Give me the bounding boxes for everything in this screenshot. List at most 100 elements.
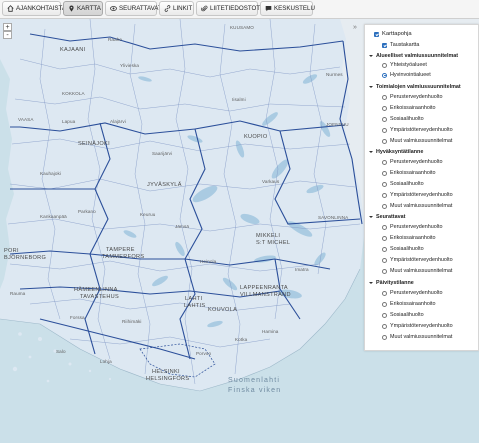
map-label: BJÖRNEBORG — [4, 255, 47, 261]
radio-option[interactable]: Erikoissairaanhoito — [382, 105, 436, 111]
group-header-seurattavat[interactable]: Seurattavat — [369, 214, 405, 220]
radio-button[interactable] — [382, 301, 387, 307]
map-label: TAMMERFORS — [102, 254, 145, 260]
radio-label: Ympäristöterveydenhuolto — [390, 127, 453, 133]
map-label: Alajärvi — [110, 119, 126, 124]
radio-option[interactable]: Ympäristöterveydenhuolto — [382, 192, 453, 198]
radio-button[interactable] — [382, 290, 387, 296]
radio-option[interactable]: Erikoissairaanhoito — [382, 170, 436, 176]
radio-option[interactable]: Erikoissairaanhoito — [382, 301, 436, 307]
radio-button[interactable] — [382, 170, 387, 176]
group-header-toimialojen[interactable]: Toimialojen valmiussuunnitelmat — [369, 84, 461, 90]
map-label: SEINÄJOKI — [78, 141, 110, 147]
radio-button[interactable] — [382, 224, 387, 230]
map-label: MIKKELI — [256, 233, 281, 239]
radio-button[interactable] — [382, 138, 387, 144]
tab-liitetiedostot[interactable]: LIITETIEDOSTOT — [196, 1, 260, 16]
group-header-hyvaksyntatilanne[interactable]: Hyväksyntätilanne — [369, 149, 423, 155]
map-label: VILLMANSTRAND — [240, 292, 291, 298]
radio-label: Perusterveydenhuolto — [390, 94, 443, 100]
map-label: JOENSUU — [326, 122, 349, 127]
radio-label: Perusterveydenhuolto — [390, 224, 443, 230]
map-label: Kotka — [235, 337, 248, 342]
checkbox[interactable] — [374, 31, 379, 37]
layer-panel: Karttapohja Taustakartta Alueelliset val… — [364, 24, 479, 351]
map-label: Riihimäki — [122, 319, 142, 324]
radio-label: Erikoissairaanhoito — [390, 170, 436, 176]
radio-option[interactable]: Erikoissairaanhoito — [382, 235, 436, 241]
map-label: PORI — [4, 248, 19, 254]
group-title: Alueelliset valmiussuunnitelmat — [376, 53, 459, 59]
radio-button[interactable] — [382, 246, 387, 252]
tab-bar: AJANKOHTAISTA KARTTA SEURATTAVAT LINKIT … — [0, 0, 479, 19]
chevron-down-icon — [369, 282, 373, 284]
radio-option[interactable]: Muut valmiussuunnitelmat — [382, 138, 452, 144]
radio-button[interactable] — [382, 62, 387, 68]
tab-label: KARTTA — [77, 5, 101, 12]
tab-keskustelu[interactable]: KESKUSTELU — [260, 1, 315, 16]
chevron-down-icon — [369, 151, 373, 153]
tab-linkit[interactable]: LINKIT — [159, 1, 194, 16]
karttapohja-toggle[interactable]: Karttapohja — [374, 31, 412, 37]
radio-option[interactable]: Perusterveydenhuolto — [382, 94, 442, 100]
zoom-out-button[interactable]: - — [3, 31, 12, 39]
panel-toggle-icon[interactable]: » — [353, 24, 360, 31]
tab-label: LINKIT — [173, 5, 193, 12]
radio-option[interactable]: Ympäristöterveydenhuolto — [382, 127, 453, 133]
radio-button[interactable] — [382, 257, 387, 263]
checkbox[interactable] — [382, 42, 387, 48]
radio-button[interactable] — [382, 94, 387, 100]
map-label: Iisalmi — [232, 97, 246, 102]
eye-icon — [110, 6, 117, 11]
map-label: Heinola — [200, 259, 217, 264]
map-label: Lohja — [100, 359, 112, 364]
radio-button[interactable] — [382, 268, 387, 274]
tab-seurattavat[interactable]: SEURATTAVAT — [105, 1, 162, 16]
radio-option[interactable]: Perusterveydenhuolto — [382, 224, 442, 230]
radio-button[interactable] — [382, 235, 387, 241]
radio-option[interactable]: Muut valmiussuunnitelmat — [382, 203, 452, 209]
radio-button[interactable] — [382, 192, 387, 198]
group-title: Päivitystilanne — [376, 280, 414, 286]
radio-button[interactable] — [382, 203, 387, 209]
map-label: Finska viken — [228, 387, 282, 394]
radio-button[interactable] — [382, 105, 387, 111]
map-label: Varkaus — [262, 179, 280, 184]
radio-button[interactable] — [382, 127, 387, 133]
zoom-in-button[interactable]: + — [3, 23, 12, 31]
tab-kartta[interactable]: KARTTA — [63, 1, 103, 16]
radio-button[interactable] — [382, 72, 387, 78]
radio-option[interactable]: Hyvinvointialueet — [382, 72, 431, 78]
radio-option[interactable]: Perusterveydenhuolto — [382, 159, 442, 165]
map-label: HELSINKI — [152, 369, 180, 375]
radio-label: Ympäristöterveydenhuolto — [390, 192, 453, 198]
group-header-paivitystilanne[interactable]: Päivitystilanne — [369, 280, 414, 286]
radio-option[interactable]: Muut valmiussuunnitelmat — [382, 268, 452, 274]
radio-label: Erikoissairaanhoito — [390, 301, 436, 307]
radio-option[interactable]: Ympäristöterveydenhuolto — [382, 323, 453, 329]
radio-option[interactable]: Yhteistyöalueet — [382, 62, 427, 68]
radio-button[interactable] — [382, 116, 387, 122]
radio-option[interactable]: Sosiaalihuolto — [382, 116, 424, 122]
taustakartta-toggle[interactable]: Taustakartta — [382, 42, 419, 48]
radio-option[interactable]: Muut valmiussuunnitelmat — [382, 334, 452, 340]
radio-button[interactable] — [382, 323, 387, 329]
radio-label: Sosiaalihuolto — [390, 246, 424, 252]
radio-button[interactable] — [382, 159, 387, 165]
radio-option[interactable]: Sosiaalihuolto — [382, 181, 424, 187]
radio-button[interactable] — [382, 312, 387, 318]
group-header-alueelliset[interactable]: Alueelliset valmiussuunnitelmat — [369, 53, 458, 59]
radio-button[interactable] — [382, 181, 387, 187]
radio-option[interactable]: Ympäristöterveydenhuolto — [382, 257, 453, 263]
map-label: HELSINGFORS — [146, 376, 190, 382]
tab-label: SEURATTAVAT — [119, 5, 162, 12]
tab-ajankohtaista[interactable]: AJANKOHTAISTA — [2, 1, 66, 16]
radio-option[interactable]: Perusterveydenhuolto — [382, 290, 442, 296]
map-label: Forssa — [70, 315, 85, 320]
radio-option[interactable]: Sosiaalihuolto — [382, 246, 424, 252]
chevron-down-icon — [369, 86, 373, 88]
radio-label: Ympäristöterveydenhuolto — [390, 257, 453, 263]
map-label: Imatra — [295, 267, 309, 272]
radio-option[interactable]: Sosiaalihuolto — [382, 312, 424, 318]
radio-button[interactable] — [382, 334, 387, 340]
